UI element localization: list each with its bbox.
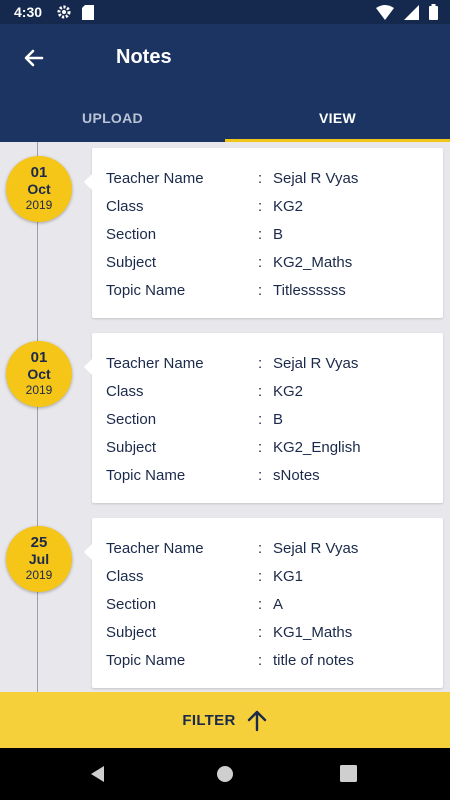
separator: : <box>258 568 263 585</box>
system-nav-bar <box>0 748 450 800</box>
date-badge: 01 Oct 2019 <box>6 156 72 222</box>
section-label: Section <box>106 596 157 613</box>
topic-label: Topic Name <box>106 282 186 299</box>
separator: : <box>258 254 263 271</box>
note-card[interactable]: Teacher Name : Sejal R Vyas Class : KG2 … <box>84 333 443 503</box>
separator: : <box>258 170 263 187</box>
date-badge: 25 Jul 2019 <box>6 526 72 592</box>
separator: : <box>258 467 263 484</box>
topic-label: Topic Name <box>106 652 186 669</box>
separator: : <box>258 198 263 215</box>
teacher-label: Teacher Name <box>106 355 204 372</box>
tab-bar: UPLOAD VIEW <box>0 94 450 142</box>
section-value: B <box>273 226 284 243</box>
subject-label: Subject <box>106 624 157 641</box>
note-entry: 01 Oct 2019 Teacher Name : Sejal R Vyas … <box>0 148 450 323</box>
topic-value: Titlessssss <box>273 282 346 299</box>
tab-view[interactable]: VIEW <box>225 94 450 142</box>
signal-icon <box>404 4 419 20</box>
teacher-label: Teacher Name <box>106 540 204 557</box>
section-value: A <box>273 596 284 613</box>
separator: : <box>258 383 263 400</box>
teacher-value: Sejal R Vyas <box>273 355 359 372</box>
home-circle-icon <box>217 766 233 782</box>
teacher-value: Sejal R Vyas <box>273 540 359 557</box>
teacher-value: Sejal R Vyas <box>273 170 359 187</box>
section-label: Section <box>106 411 157 428</box>
separator: : <box>258 411 263 428</box>
class-value: KG2 <box>273 198 304 215</box>
sd-card-icon <box>82 4 95 20</box>
subject-value: KG1_Maths <box>273 624 353 641</box>
date-month: Oct <box>27 181 51 197</box>
class-label: Class <box>106 198 144 215</box>
topic-value: sNotes <box>273 467 320 484</box>
separator: : <box>258 439 263 456</box>
notes-timeline[interactable]: 01 Oct 2019 Teacher Name : Sejal R Vyas … <box>0 142 450 692</box>
back-triangle-icon <box>91 766 104 782</box>
section-value: B <box>273 411 284 428</box>
date-day: 01 <box>30 349 48 366</box>
tab-upload[interactable]: UPLOAD <box>0 94 225 142</box>
topic-label: Topic Name <box>106 467 186 484</box>
separator: : <box>258 282 263 299</box>
battery-icon <box>429 4 438 20</box>
date-month: Oct <box>27 366 51 382</box>
separator: : <box>258 540 263 557</box>
date-year: 2019 <box>25 198 53 212</box>
note-card[interactable]: Teacher Name : Sejal R Vyas Class : KG1 … <box>84 518 443 688</box>
recents-square-icon <box>340 765 357 782</box>
class-label: Class <box>106 383 144 400</box>
page-title: Notes <box>116 46 172 68</box>
app-bar: Notes <box>0 24 450 94</box>
class-value: KG1 <box>273 568 304 585</box>
separator: : <box>258 652 263 669</box>
nav-recents-button[interactable] <box>340 765 357 787</box>
separator: : <box>258 596 263 613</box>
class-value: KG2 <box>273 383 304 400</box>
date-day: 01 <box>30 164 48 181</box>
subject-value: KG2_Maths <box>273 254 353 271</box>
class-label: Class <box>106 568 144 585</box>
nav-home-button[interactable] <box>216 765 234 788</box>
separator: : <box>258 624 263 641</box>
subject-label: Subject <box>106 254 157 271</box>
separator: : <box>258 226 263 243</box>
note-entry: 01 Oct 2019 Teacher Name : Sejal R Vyas … <box>0 333 450 508</box>
arrow-back-icon <box>24 49 44 67</box>
note-card[interactable]: Teacher Name : Sejal R Vyas Class : KG2 … <box>84 148 443 318</box>
date-badge: 01 Oct 2019 <box>6 341 72 407</box>
filter-label: FILTER <box>182 711 236 729</box>
topic-value: title of notes <box>273 652 354 669</box>
note-entry: 25 Jul 2019 Teacher Name : Sejal R Vyas … <box>0 518 450 692</box>
gear-icon <box>57 5 71 19</box>
back-button[interactable] <box>20 44 48 72</box>
date-month: Jul <box>28 551 50 567</box>
status-time: 4:30 <box>14 4 43 20</box>
date-day: 25 <box>30 534 48 551</box>
date-year: 2019 <box>25 568 53 582</box>
status-bar: 4:30 <box>0 0 450 24</box>
wifi-icon <box>376 4 394 20</box>
date-year: 2019 <box>25 383 53 397</box>
section-label: Section <box>106 226 157 243</box>
subject-value: KG2_English <box>273 439 361 456</box>
nav-back-button[interactable] <box>88 764 108 789</box>
filter-button[interactable]: FILTER <box>0 692 450 748</box>
arrow-up-icon <box>247 710 266 732</box>
teacher-label: Teacher Name <box>106 170 204 187</box>
separator: : <box>258 355 263 372</box>
subject-label: Subject <box>106 439 157 456</box>
